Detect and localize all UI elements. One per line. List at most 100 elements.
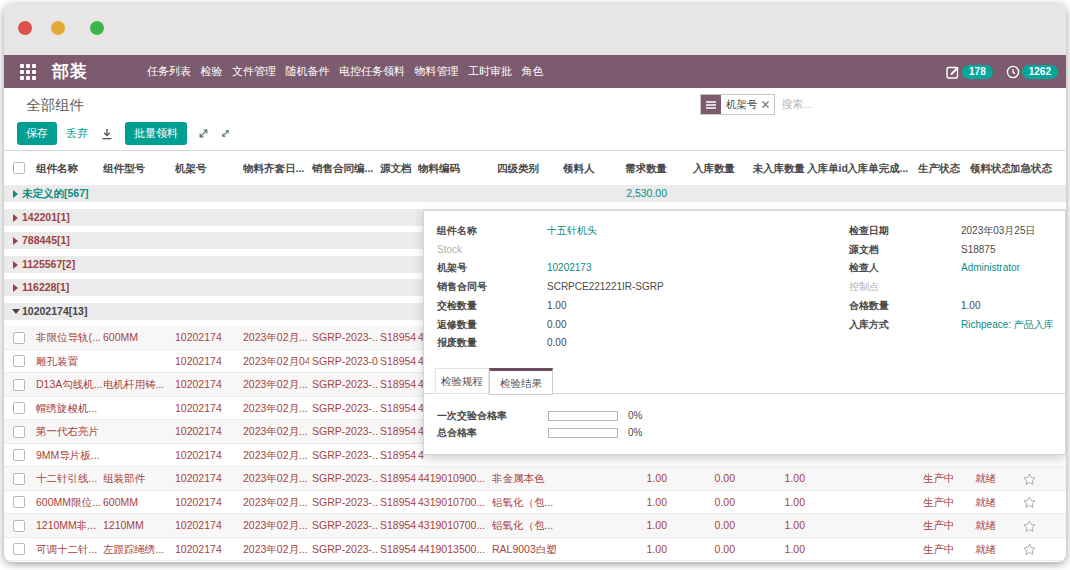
col-picker[interactable]: 领料人 (563, 151, 597, 185)
metric-value: 0% (628, 407, 642, 425)
col-material-ready-date[interactable]: 物料齐套日... (243, 151, 309, 185)
field-label: 交检数量 (437, 296, 543, 315)
expand-icon[interactable] (198, 128, 209, 139)
apps-menu-icon[interactable] (20, 64, 36, 84)
caret-right-icon (13, 261, 18, 269)
urgent-star-icon[interactable] (1023, 496, 1039, 511)
col-demand-qty[interactable]: 需求数量 (599, 151, 667, 185)
row-checkbox[interactable] (13, 496, 25, 508)
col-urgent-status[interactable]: 加急状态 (1010, 151, 1060, 185)
menu-material-management[interactable]: 物料管理 (415, 64, 459, 79)
col-inbound-qty[interactable]: 入库数量 (667, 151, 735, 185)
col-inbound-id[interactable]: 入库单id (807, 151, 851, 185)
menu-spare-parts[interactable]: 随机备件 (286, 64, 330, 79)
menu-elec-task-picking[interactable]: 电控任务领料 (339, 64, 405, 79)
col-sales-contract[interactable]: 销售合同编... (312, 151, 378, 185)
menu-timesheet-approval[interactable]: 工时审批 (468, 64, 512, 79)
inspection-detail-panel: 组件名称 十五针机头 Stock 机架号 10202173 销售合同号 SCRP… (423, 210, 1066, 455)
col-category[interactable]: 四级类别 (497, 151, 561, 185)
field-label: 检查人 (849, 258, 957, 277)
batch-picking-button[interactable]: 批量领料 (125, 122, 187, 145)
table-header: 组件名称 组件型号 机架号 物料齐套日... 销售合同编... 源文档 物料编码… (4, 151, 1066, 185)
save-button[interactable]: 保存 (17, 122, 57, 145)
first-pass-rate-bar (548, 411, 618, 421)
col-component-name[interactable]: 组件名称 (36, 151, 102, 185)
window-titlebar (4, 4, 1066, 55)
menu-inspection[interactable]: 检验 (201, 64, 223, 79)
urgent-star-icon[interactable] (1023, 543, 1039, 558)
facet-remove-icon[interactable] (762, 101, 769, 108)
col-picking-status[interactable]: 领料状态 (970, 151, 1010, 185)
menu-file-management[interactable]: 文件管理 (232, 64, 276, 79)
row-checkbox[interactable] (13, 520, 25, 532)
caret-right-icon (13, 190, 18, 198)
col-component-model[interactable]: 组件型号 (103, 151, 171, 185)
inbound-method-link[interactable]: Richpeace: 产品入库 (961, 315, 1061, 334)
group-row[interactable]: 未定义的[567]2,530.00 (4, 185, 1066, 209)
frame-number-link[interactable]: 10202173 (547, 258, 837, 277)
row-checkbox[interactable] (13, 332, 25, 344)
field-label: 返修数量 (437, 315, 543, 334)
row-checkbox[interactable] (13, 449, 25, 461)
row-checkbox[interactable] (13, 473, 25, 485)
field-label: 控制点 (849, 277, 957, 296)
col-inbound-done[interactable]: 入库单完成... (847, 151, 913, 185)
inspector-link[interactable]: Administrator (961, 258, 1061, 277)
field-label: 机架号 (437, 258, 543, 277)
row-checkbox[interactable] (13, 426, 25, 438)
export-download-icon[interactable] (101, 128, 113, 140)
window-close-button[interactable] (18, 21, 32, 35)
menu-roles[interactable]: 角色 (522, 64, 544, 79)
component-name-link[interactable]: 十五针机头 (547, 221, 837, 240)
table-row[interactable]: 十二针引线... 组装部件 10202174 2023年02月... SGRP-… (4, 467, 1066, 491)
col-material-code[interactable]: 物料编码 (418, 151, 488, 185)
clock-icon (1006, 65, 1020, 79)
search-input[interactable]: 搜索... (782, 97, 813, 112)
caret-right-icon (13, 214, 18, 222)
field-label: Stock (437, 240, 543, 259)
select-all-checkbox[interactable] (13, 162, 25, 174)
field-label: 检查日期 (849, 221, 957, 240)
table-row[interactable]: 1210MM非... 1210MM 10202174 2023年02月... S… (4, 514, 1066, 538)
app-window: 部装 任务列表 检验 文件管理 随机备件 电控任务领料 物料管理 工时审批 角色… (4, 4, 1066, 562)
caret-right-icon (13, 284, 18, 292)
field-value: 0.00 (547, 333, 837, 352)
caret-down-icon (12, 309, 20, 314)
search-facet: 机架号 (700, 94, 775, 115)
row-checkbox[interactable] (13, 355, 25, 367)
field-label: 销售合同号 (437, 277, 543, 296)
row-checkbox[interactable] (13, 543, 25, 555)
window-minimize-button[interactable] (51, 21, 65, 35)
control-panel: 全部组件 机架号 搜索... 保存 丢弃 批量领料 (4, 88, 1066, 151)
window-zoom-button[interactable] (90, 21, 104, 35)
row-checkbox[interactable] (13, 379, 25, 391)
search-bar[interactable]: 机架号 搜索... (700, 94, 813, 115)
compress-icon[interactable] (221, 129, 230, 138)
col-not-inbound-qty[interactable]: 未入库数量 (737, 151, 805, 185)
col-production-status[interactable]: 生产状态 (918, 151, 966, 185)
tab-inspection-procedure[interactable]: 检验规程 (435, 368, 489, 394)
urgent-star-icon[interactable] (1023, 473, 1039, 488)
navbar-badges: 178 1262 (946, 55, 1058, 88)
urgent-star-icon[interactable] (1023, 520, 1039, 535)
clock-badge[interactable]: 1262 (1006, 65, 1058, 79)
col-source-doc[interactable]: 源文档 (380, 151, 416, 185)
menu-task-list[interactable]: 任务列表 (147, 64, 191, 79)
field-label: 合格数量 (849, 296, 957, 315)
table-row[interactable]: 600MM限位... 600MM 10202174 2023年02月... SG… (4, 491, 1066, 515)
col-frame-number[interactable]: 机架号 (175, 151, 237, 185)
app-title[interactable]: 部装 (52, 60, 88, 83)
app-navbar: 部装 任务列表 检验 文件管理 随机备件 电控任务领料 物料管理 工时审批 角色… (4, 55, 1066, 88)
tab-inspection-result[interactable]: 检验结果 (489, 368, 553, 395)
edit-badge[interactable]: 178 (946, 65, 993, 79)
discard-button[interactable]: 丢弃 (66, 126, 88, 141)
button-row: 保存 丢弃 批量领料 (17, 122, 230, 145)
field-value: 0.00 (547, 315, 837, 334)
field-value: 2023年03月25日 (961, 221, 1061, 240)
clock-count-badge: 1262 (1022, 65, 1058, 79)
facet-value: 机架号 (726, 98, 758, 112)
metric-label: 总合格率 (437, 424, 477, 442)
row-checkbox[interactable] (13, 402, 25, 414)
field-value: S18875 (961, 240, 1061, 259)
table-row[interactable]: 可调十二针... 左跟踪绳绣... 10202174 2023年02月... S… (4, 538, 1066, 562)
